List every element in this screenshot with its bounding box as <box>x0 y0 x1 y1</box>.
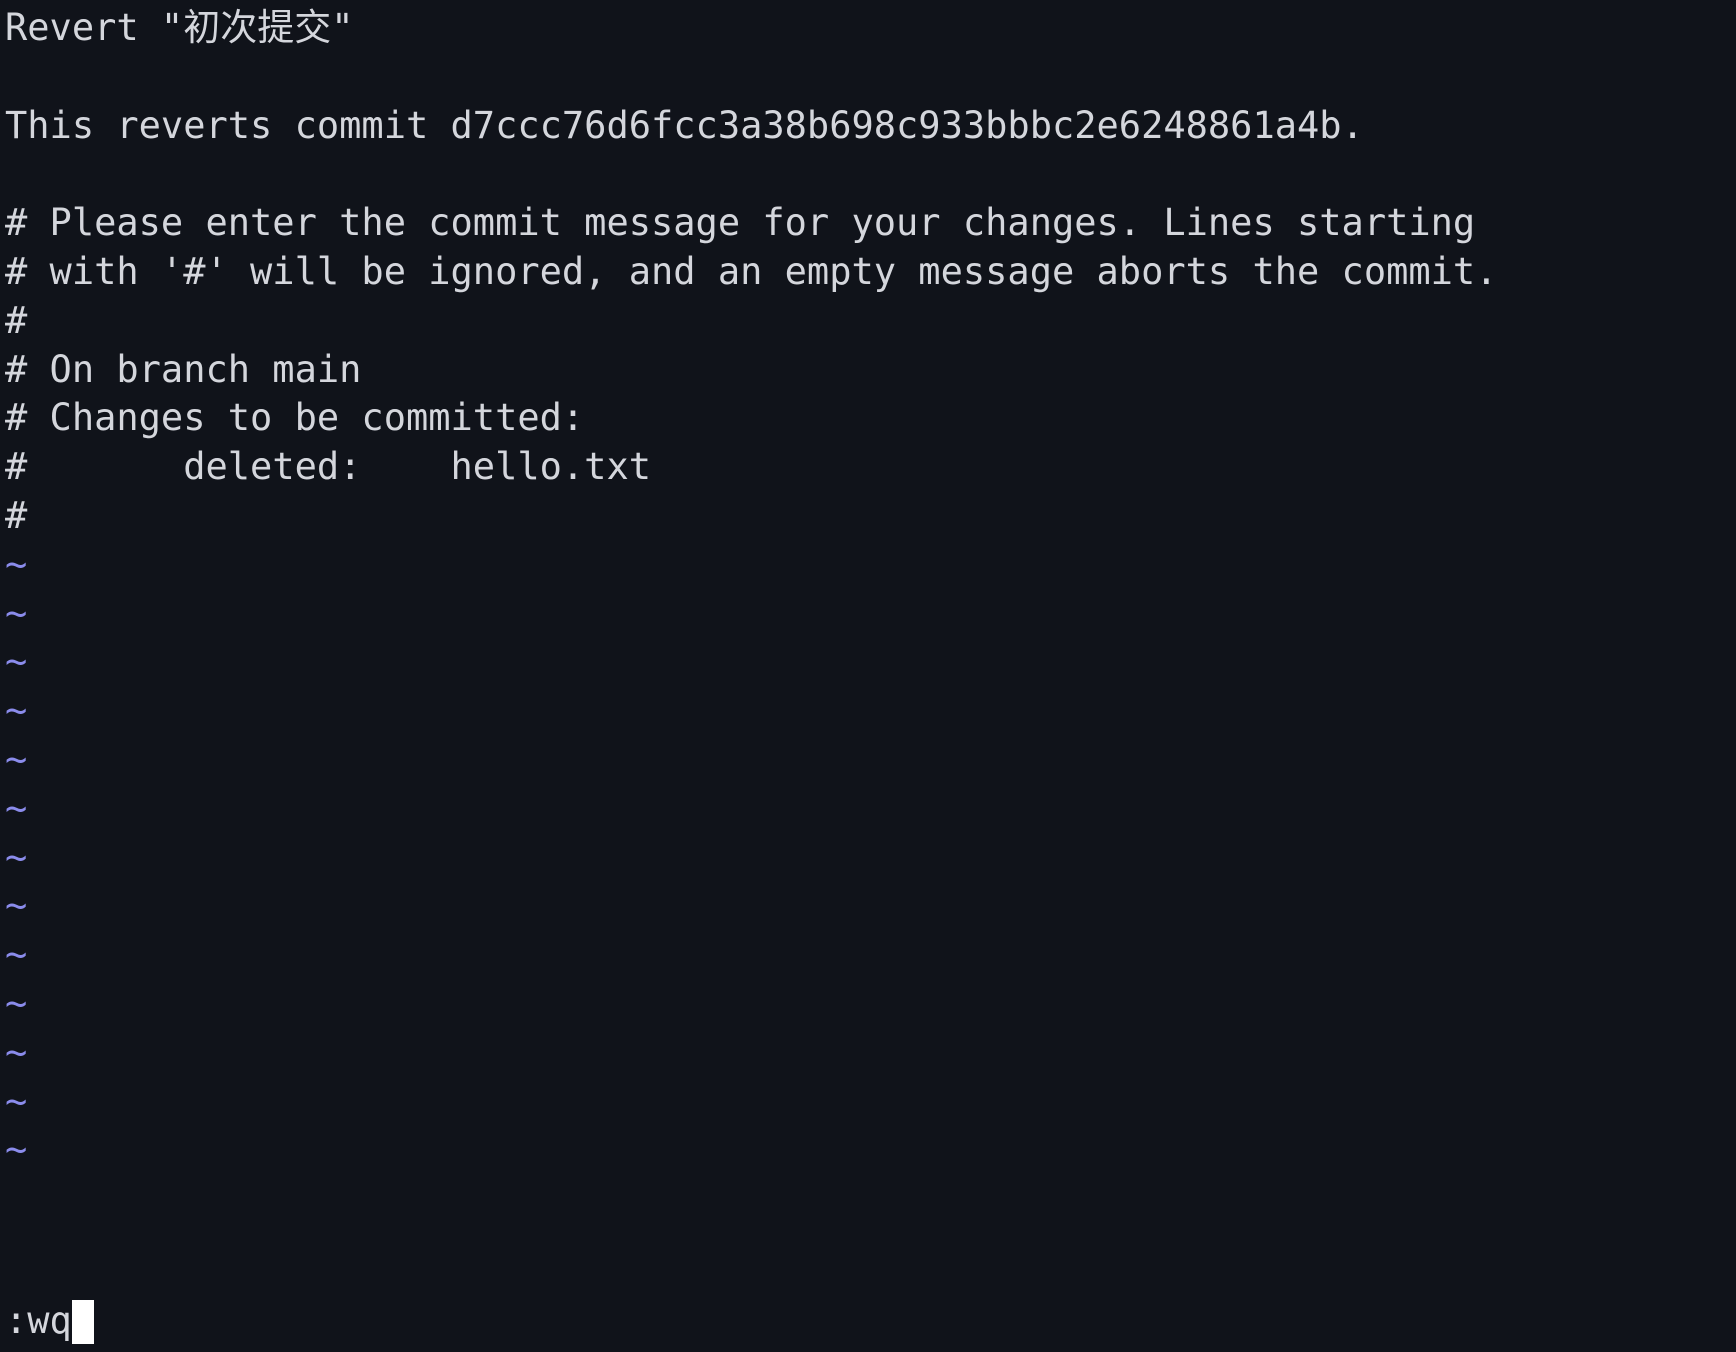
text-cursor <box>71 1299 94 1344</box>
buffer-line-comment-instructions-1: # Please enter the commit message for yo… <box>5 201 1476 245</box>
filler-tilde-row: ~ <box>5 737 28 781</box>
buffer-line-comment-branch: # On branch main <box>5 347 362 391</box>
buffer-line-comment-separator-2: # <box>5 493 28 537</box>
filler-tilde-row: ~ <box>5 1128 28 1172</box>
buffer-line-revert-note: This reverts commit d7ccc76d6fcc3a38b698… <box>5 103 1364 147</box>
buffer-line-comment-deleted-file: # deleted: hello.txt <box>5 445 652 489</box>
filler-tilde-row: ~ <box>5 542 28 586</box>
buffer-line-comment-changes-header: # Changes to be committed: <box>5 396 585 440</box>
buffer-line-comment-separator-1: # <box>5 298 28 342</box>
command-line-text: :wq <box>5 1299 72 1343</box>
filler-tilde-row: ~ <box>5 689 28 733</box>
buffer-line-blank-2 <box>0 150 1736 199</box>
filler-tilde-row: ~ <box>5 981 28 1025</box>
vim-buffer[interactable]: Revert "初次提交" This reverts commit d7ccc7… <box>0 4 1736 1175</box>
filler-tilde-row: ~ <box>5 786 28 830</box>
filler-tilde-row: ~ <box>5 884 28 928</box>
filler-tilde-row: ~ <box>5 591 28 635</box>
vim-terminal-window[interactable]: Revert "初次提交" This reverts commit d7ccc7… <box>0 0 1736 1352</box>
filler-tilde-row: ~ <box>5 835 28 879</box>
buffer-line-blank-1 <box>0 53 1736 102</box>
filler-tilde-row: ~ <box>5 1079 28 1123</box>
filler-tilde-row: ~ <box>5 933 28 977</box>
buffer-line-comment-instructions-2: # with '#' will be ignored, and an empty… <box>5 249 1498 293</box>
vim-command-line[interactable]: :wq <box>0 1297 94 1346</box>
filler-tilde-row: ~ <box>5 640 28 684</box>
filler-tilde-row: ~ <box>5 1030 28 1074</box>
buffer-line-commit-subject: Revert "初次提交" <box>5 6 354 49</box>
